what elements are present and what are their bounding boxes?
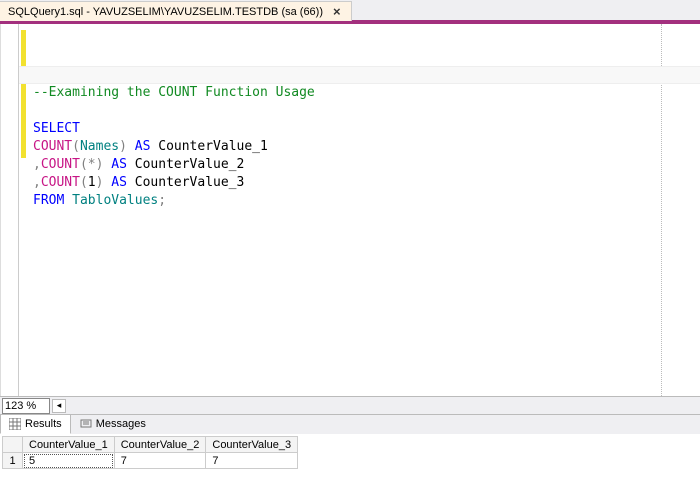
col-header[interactable]: CounterValue_3	[206, 437, 298, 453]
comma: ,	[33, 157, 41, 172]
rownum-cell: 1	[3, 453, 23, 469]
paren: (	[72, 139, 80, 154]
col-header[interactable]: CounterValue_2	[114, 437, 206, 453]
kw-as: AS	[103, 175, 126, 190]
table-row[interactable]: 1 5 7 7	[3, 453, 298, 469]
tab-messages[interactable]: Messages	[71, 414, 155, 434]
kw-select: SELECT	[33, 121, 80, 136]
comma: ,	[33, 175, 41, 190]
results-grid[interactable]: CounterValue_1 CounterValue_2 CounterVal…	[0, 434, 700, 504]
message-icon	[80, 418, 92, 430]
literal-one: 1	[88, 175, 96, 190]
table-header-row: CounterValue_1 CounterValue_2 CounterVal…	[3, 437, 298, 453]
col-header[interactable]: CounterValue_1	[23, 437, 115, 453]
kw-as: AS	[103, 157, 126, 172]
kw-count: COUNT	[41, 157, 80, 172]
chevron-left-icon[interactable]: ◂	[52, 399, 66, 413]
paren: )	[119, 139, 127, 154]
paren: (	[80, 157, 88, 172]
kw-from: FROM	[33, 193, 64, 208]
sql-editor[interactable]: --Examining the COUNT Function Usage SEL…	[0, 24, 700, 396]
grid-icon	[9, 418, 21, 430]
cell[interactable]: 5	[23, 453, 115, 469]
table-name: TabloValues	[64, 193, 158, 208]
kw-count: COUNT	[33, 139, 72, 154]
kw-count: COUNT	[41, 175, 80, 190]
tab-bar: SQLQuery1.sql - YAVUZSELIM\YAVUZSELIM.TE…	[0, 0, 700, 24]
paren: (	[80, 175, 88, 190]
star: *	[88, 157, 96, 172]
file-tab-label: SQLQuery1.sql - YAVUZSELIM\YAVUZSELIM.TE…	[8, 6, 323, 18]
tab-results[interactable]: Results	[0, 414, 71, 434]
sql-comment: --Examining the COUNT Function Usage	[33, 85, 315, 100]
col-names: Names	[80, 139, 119, 154]
editor-gutter	[1, 24, 19, 396]
zoom-bar: ◂	[0, 396, 700, 414]
cell[interactable]: 7	[206, 453, 298, 469]
rownum-header	[3, 437, 23, 453]
file-tab[interactable]: SQLQuery1.sql - YAVUZSELIM\YAVUZSELIM.TE…	[0, 1, 352, 21]
tab-messages-label: Messages	[96, 418, 146, 430]
zoom-level-select[interactable]	[2, 398, 50, 414]
alias: CounterValue_2	[127, 157, 244, 172]
semicolon: ;	[158, 193, 166, 208]
code-area[interactable]: --Examining the COUNT Function Usage SEL…	[19, 24, 700, 396]
cell[interactable]: 7	[114, 453, 206, 469]
current-line-highlight	[19, 66, 700, 84]
kw-as: AS	[127, 139, 150, 154]
close-icon[interactable]: ×	[331, 4, 343, 19]
alias: CounterValue_1	[150, 139, 267, 154]
code-content: --Examining the COUNT Function Usage SEL…	[33, 84, 700, 210]
tab-results-label: Results	[25, 418, 62, 430]
results-table: CounterValue_1 CounterValue_2 CounterVal…	[2, 436, 298, 469]
alias: CounterValue_3	[127, 175, 244, 190]
result-tabs: Results Messages	[0, 414, 700, 434]
